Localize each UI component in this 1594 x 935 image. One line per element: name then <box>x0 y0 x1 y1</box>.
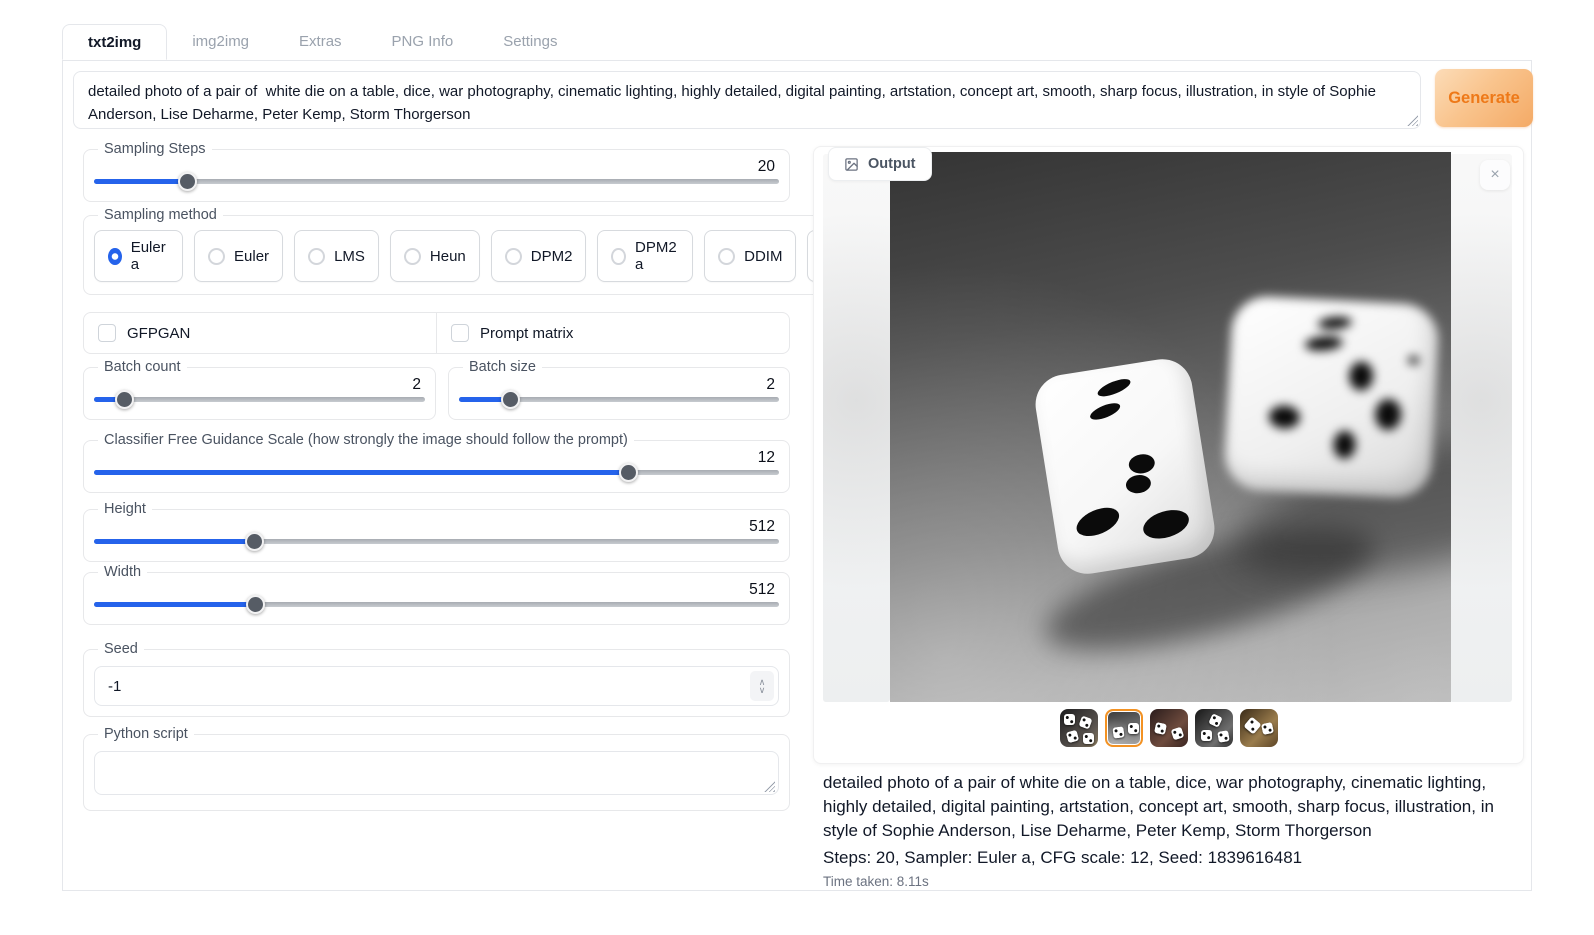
batch-size-slider[interactable] <box>459 390 779 409</box>
radio-icon <box>404 248 421 265</box>
spinner-down-icon[interactable]: ∨ <box>759 686 766 694</box>
width-slider[interactable] <box>94 595 779 614</box>
cfg-scale-group: Classifier Free Guidance Scale (how stro… <box>83 432 790 493</box>
sampling-steps-label: Sampling Steps <box>98 141 212 157</box>
tab-txt2img[interactable]: txt2img <box>62 24 167 60</box>
width-label: Width <box>98 564 147 580</box>
sampling-steps-group: Sampling Steps 20 <box>83 141 790 202</box>
generated-image[interactable] <box>890 152 1451 702</box>
output-gallery: Output × <box>813 146 1524 764</box>
slider-fill <box>94 470 628 475</box>
sampling-method-group: Sampling method Euler a Euler LMS Heun D… <box>83 207 913 295</box>
radio-icon <box>308 248 325 265</box>
prompt-matrix-option[interactable]: Prompt matrix <box>436 313 789 353</box>
cfg-scale-slider[interactable] <box>94 463 779 482</box>
generate-button[interactable]: Generate <box>1435 69 1533 127</box>
gfpgan-label: GFPGAN <box>127 325 190 342</box>
slider-thumb[interactable] <box>619 463 638 482</box>
radio-dpm2[interactable]: DPM2 <box>491 230 587 282</box>
settings-column: Sampling Steps 20 Sampling method Euler … <box>83 141 790 811</box>
radio-icon <box>718 248 735 265</box>
batch-size-group: Batch size 2 <box>448 359 790 420</box>
gfpgan-checkbox[interactable] <box>98 324 116 342</box>
blurred-die <box>1223 295 1440 500</box>
slider-thumb[interactable] <box>115 390 134 409</box>
thumbnail-2-selected[interactable] <box>1105 709 1143 747</box>
prompt-input[interactable]: detailed photo of a pair of white die on… <box>73 71 1421 129</box>
radio-euler[interactable]: Euler <box>194 230 283 282</box>
width-group: Width 512 <box>83 564 790 625</box>
slider-track[interactable] <box>94 470 779 475</box>
thumbnail-5[interactable] <box>1240 709 1278 747</box>
radio-icon <box>208 248 225 265</box>
python-script-input[interactable] <box>94 751 779 795</box>
slider-track[interactable] <box>94 397 425 402</box>
sampling-method-options: Euler a Euler LMS Heun DPM2 DPM2 a DDIM … <box>94 230 902 282</box>
txt2img-panel: detailed photo of a pair of white die on… <box>62 60 1532 891</box>
slider-thumb[interactable] <box>245 532 264 551</box>
slider-fill <box>94 602 255 607</box>
image-icon <box>844 157 859 172</box>
sampling-steps-slider[interactable] <box>94 172 779 191</box>
gallery-next-image-ghost[interactable] <box>1450 154 1512 702</box>
seed-spinner[interactable]: ∧ ∨ <box>750 671 774 701</box>
radio-lms[interactable]: LMS <box>294 230 379 282</box>
radio-selected-icon <box>108 248 122 265</box>
batch-count-slider[interactable] <box>94 390 425 409</box>
toggles-row: GFPGAN Prompt matrix <box>83 312 790 354</box>
cfg-scale-label: Classifier Free Guidance Scale (how stro… <box>98 432 634 448</box>
caption-parameters: Steps: 20, Sampler: Euler a, CFG scale: … <box>823 846 1525 870</box>
slider-fill <box>94 179 187 184</box>
gallery-prev-image-ghost[interactable] <box>823 154 890 702</box>
close-icon[interactable]: × <box>1480 160 1510 190</box>
prompt-matrix-checkbox[interactable] <box>451 324 469 342</box>
thumbnail-3[interactable] <box>1150 709 1188 747</box>
slider-thumb[interactable] <box>178 172 197 191</box>
radio-icon <box>611 248 626 265</box>
slider-thumb[interactable] <box>501 390 520 409</box>
thumbnail-strip <box>814 709 1523 747</box>
output-panel-tab[interactable]: Output <box>828 147 932 181</box>
radio-icon <box>505 248 522 265</box>
radio-euler-a[interactable]: Euler a <box>94 230 183 282</box>
tab-settings[interactable]: Settings <box>478 24 582 59</box>
output-panel-title: Output <box>868 156 916 172</box>
height-label: Height <box>98 501 152 517</box>
caption-prompt-text: detailed photo of a pair of white die on… <box>823 771 1525 842</box>
thumbnail-1[interactable] <box>1060 709 1098 747</box>
batch-row: Batch count 2 Batch size 2 <box>83 359 790 420</box>
app-root: txt2img img2img Extras PNG Info Settings… <box>0 0 1594 935</box>
seed-label: Seed <box>98 641 144 657</box>
tab-img2img[interactable]: img2img <box>167 24 274 59</box>
tab-png-info[interactable]: PNG Info <box>367 24 479 59</box>
python-script-group: Python script <box>83 726 790 811</box>
batch-size-label: Batch size <box>463 359 542 375</box>
seed-input[interactable] <box>94 666 779 706</box>
prompt-matrix-label: Prompt matrix <box>480 325 573 342</box>
slider-thumb[interactable] <box>246 595 265 614</box>
thumbnail-4[interactable] <box>1195 709 1233 747</box>
generation-info: detailed photo of a pair of white die on… <box>823 771 1525 889</box>
radio-dpm2-a[interactable]: DPM2 a <box>597 230 693 282</box>
height-slider[interactable] <box>94 532 779 551</box>
caption-time-taken: Time taken: 8.11s <box>823 874 1525 889</box>
tab-bar: txt2img img2img Extras PNG Info Settings <box>62 24 582 59</box>
radio-heun[interactable]: Heun <box>390 230 480 282</box>
python-script-label: Python script <box>98 726 194 742</box>
slider-fill <box>94 539 254 544</box>
seed-group: Seed ∧ ∨ <box>83 641 790 717</box>
batch-count-label: Batch count <box>98 359 187 375</box>
sampling-method-label: Sampling method <box>98 207 223 223</box>
gfpgan-option[interactable]: GFPGAN <box>84 313 436 353</box>
focused-die <box>1031 355 1218 578</box>
height-group: Height 512 <box>83 501 790 562</box>
batch-count-group: Batch count 2 <box>83 359 436 420</box>
tab-extras[interactable]: Extras <box>274 24 367 59</box>
radio-ddim[interactable]: DDIM <box>704 230 796 282</box>
slider-track[interactable] <box>94 602 779 607</box>
slider-track[interactable] <box>94 539 779 544</box>
